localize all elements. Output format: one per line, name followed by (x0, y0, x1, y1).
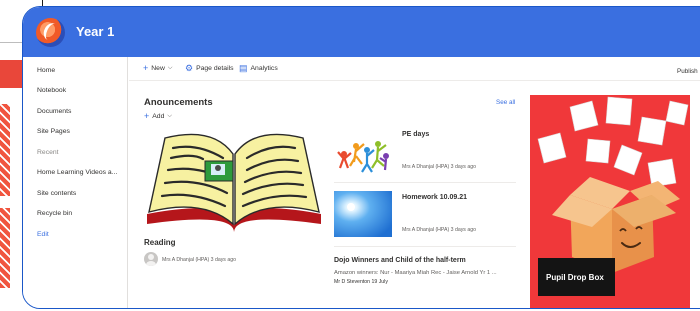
analytics-button[interactable]: ▤ Analytics (239, 64, 278, 73)
see-all-link[interactable]: See all (496, 99, 515, 106)
announcements-heading: Anouncements (144, 97, 213, 108)
nav-edit-link[interactable]: Edit (37, 231, 49, 238)
homework-thumbnail[interactable] (334, 191, 392, 237)
new-button[interactable]: + New ⌵ (143, 64, 172, 73)
site-header: Year 1 ☆ (23, 7, 700, 57)
homework-meta: Mrs A Dhanjal (HPA) 3 days ago (402, 227, 477, 233)
nav-heading-recent: Recent (37, 149, 59, 156)
new-label: New (151, 65, 165, 72)
pe-days-title[interactable]: PE days (402, 131, 429, 138)
pe-days-thumbnail[interactable] (334, 128, 392, 174)
site-logo[interactable] (36, 18, 65, 47)
reading-thumbnail[interactable] (143, 128, 325, 233)
zoomed-site-window: Year 1 ☆ Home Notebook Documents Site Pa… (22, 6, 700, 309)
reading-title[interactable]: Reading (144, 238, 176, 247)
nav-item-site-contents[interactable]: Site contents (37, 190, 76, 197)
command-bar: + New ⌵ ⚙ Page details ▤ Analytics (129, 57, 700, 81)
pupil-drop-box-text: Pupil Drop Box (546, 273, 604, 282)
nav-item-home[interactable]: Home (37, 67, 55, 74)
chevron-down-icon: ⌵ (167, 113, 172, 119)
homework-title[interactable]: Homework 10.09.21 (402, 194, 467, 201)
dojo-winners-meta: Mr D Steventon 19 July (334, 279, 388, 285)
pe-days-meta: Mrs A Dhanjal (HPA) 3 days ago (402, 164, 477, 170)
plus-icon: + (144, 111, 150, 121)
site-title[interactable]: Year 1 (76, 24, 114, 39)
background-thumbnail (0, 104, 10, 196)
reading-meta: Mrs A Dhanjal (HPA) 3 days ago (162, 257, 237, 263)
analytics-icon: ▤ (239, 63, 248, 73)
news-divider (334, 246, 516, 247)
chevron-down-icon: ⌵ (167, 65, 173, 71)
avatar (144, 252, 158, 266)
nav-item-notebook[interactable]: Notebook (37, 87, 66, 94)
pupil-drop-box-label: Pupil Drop Box (538, 258, 615, 296)
nav-item-recycle-bin[interactable]: Recycle bin (37, 210, 72, 217)
background-thumbnail (0, 208, 10, 288)
nav-item-documents[interactable]: Documents (37, 108, 71, 115)
analytics-label: Analytics (250, 65, 278, 72)
dojo-winners-excerpt: Amazon winners: Nur - Maariya Miah Rec -… (334, 270, 497, 276)
dojo-winners-title[interactable]: Dojo Winners and Child of the half-term (334, 257, 466, 264)
news-divider (334, 182, 516, 183)
page-details-label: Page details (196, 65, 234, 72)
page-details-button[interactable]: ⚙ Page details (185, 64, 234, 73)
left-navigation: Home Notebook Documents Site Pages Recen… (23, 57, 128, 308)
add-button[interactable]: + Add ⌵ (144, 112, 172, 121)
nav-item-home-learning-videos[interactable]: Home Learning Videos a... (37, 169, 117, 176)
publish-button[interactable]: Publish (677, 68, 698, 75)
add-label: Add (152, 113, 165, 120)
plus-icon: + (143, 63, 149, 73)
pupil-drop-box-tile[interactable]: Pupil Drop Box (530, 95, 690, 308)
gear-icon: ⚙ (185, 63, 194, 73)
nav-item-site-pages[interactable]: Site Pages (37, 128, 70, 135)
